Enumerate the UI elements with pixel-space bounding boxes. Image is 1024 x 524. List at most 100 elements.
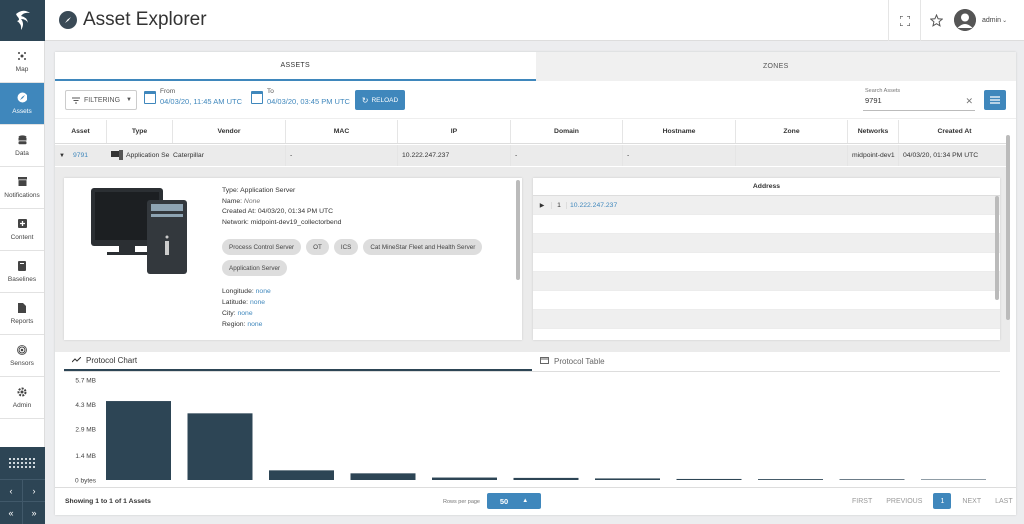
reload-button[interactable]: ↻ RELOAD <box>355 90 405 110</box>
tag-chip[interactable]: Cat MineStar Fleet and Health Server <box>363 239 483 255</box>
chart-bar[interactable] <box>187 413 253 480</box>
sidebar-item-content[interactable]: Content <box>0 209 44 251</box>
address-row[interactable]: ▶ 1 10.222.247.237 <box>533 196 1000 215</box>
address-row-empty <box>533 234 1000 253</box>
filtering-dropdown[interactable]: FILTERING ▼ <box>65 90 137 110</box>
search-input[interactable] <box>865 96 960 105</box>
chart-bar[interactable] <box>595 478 660 480</box>
col-vendor[interactable]: Vendor <box>173 120 286 143</box>
col-type[interactable]: Type <box>107 120 173 143</box>
chart-bar[interactable] <box>269 470 334 480</box>
caret-down-icon: ▼ <box>126 97 132 103</box>
sidebar-item-map[interactable]: Map <box>0 41 44 83</box>
sidebar-item-baselines[interactable]: Baselines <box>0 251 44 293</box>
sidebar-item-assets[interactable]: Assets <box>0 83 44 125</box>
tab-label: Protocol Table <box>554 357 605 366</box>
page-title: Asset Explorer <box>83 9 207 30</box>
calendar-icon <box>144 91 156 104</box>
from-date-picker[interactable]: From 04/03/20, 11:45 AM UTC <box>144 88 242 106</box>
sidebar: Map Assets Data Notifications Content Ba… <box>0 0 45 524</box>
next-page-button[interactable]: NEXT <box>955 498 988 505</box>
column-menu-button[interactable] <box>984 90 1006 110</box>
chevron-right-icon[interactable]: › <box>23 480 45 501</box>
page-scrollbar[interactable] <box>1006 135 1010 320</box>
last-page-button[interactable]: LAST <box>988 498 1020 505</box>
user-menu[interactable]: admin ⌄ <box>954 9 1007 31</box>
asset-id-link[interactable]: 9791 <box>73 152 88 159</box>
tag-chip[interactable]: OT <box>306 239 329 255</box>
chevron-left-icon[interactable]: ‹ <box>0 480 23 501</box>
col-mac[interactable]: MAC <box>286 120 398 143</box>
col-ip[interactable]: IP <box>398 120 511 143</box>
sidebar-item-sensors[interactable]: Sensors <box>0 335 44 377</box>
tab-zones[interactable]: ZONES <box>535 52 1016 81</box>
address-link[interactable]: 10.222.247.237 <box>570 202 617 209</box>
chart-bar[interactable] <box>106 401 171 480</box>
sidebar-item-admin[interactable]: Admin <box>0 377 44 419</box>
database-icon <box>17 134 27 145</box>
sidebar-item-label: Data <box>15 149 29 157</box>
compass-icon <box>17 92 27 103</box>
apps-grid-button[interactable] <box>0 447 45 480</box>
asset-card: ASSETS ZONES FILTERING ▼ From 04/03/20, … <box>55 52 1024 515</box>
address-scrollbar[interactable] <box>995 196 999 300</box>
mac-cell: - <box>286 145 398 166</box>
fullscreen-icon <box>899 15 910 26</box>
filtering-label: FILTERING <box>84 96 121 104</box>
chart-bar[interactable] <box>432 477 497 480</box>
latitude-link[interactable]: none <box>250 299 265 306</box>
application-server-icon <box>91 188 187 274</box>
tag-chip[interactable]: Application Server <box>222 260 288 276</box>
ip-cell: 10.222.247.237 <box>398 145 511 166</box>
chart-bar[interactable] <box>758 479 823 480</box>
previous-page-button[interactable]: PREVIOUS <box>879 498 929 505</box>
table-row[interactable]: ▼ 9791 Application Se Caterpillar - 10.2… <box>55 145 1010 166</box>
double-chevron-left-icon[interactable]: « <box>0 502 23 524</box>
info-scrollbar[interactable] <box>516 180 520 280</box>
close-icon[interactable]: ✕ <box>965 96 973 107</box>
tab-protocol-chart[interactable]: Protocol Chart <box>64 352 532 371</box>
favorite-button[interactable] <box>920 0 952 41</box>
col-hostname[interactable]: Hostname <box>623 120 736 143</box>
to-date-picker[interactable]: To 04/03/20, 03:45 PM UTC <box>251 88 350 106</box>
col-asset[interactable]: Asset <box>55 120 107 143</box>
sidebar-item-data[interactable]: Data <box>0 125 44 167</box>
search-label: Search Assets <box>865 88 901 94</box>
col-networks[interactable]: Networks <box>848 120 899 143</box>
table-header: Asset Type Vendor MAC IP Domain Hostname… <box>55 120 1010 144</box>
chart-bar[interactable] <box>350 473 416 480</box>
tab-protocol-table[interactable]: Protocol Table <box>532 352 1000 371</box>
double-chevron-right-icon[interactable]: » <box>23 502 45 524</box>
chart-bar[interactable] <box>839 479 905 480</box>
tag-chip[interactable]: Process Control Server <box>222 239 302 255</box>
tag-list: Process Control Server OT ICS Cat MineSt… <box>222 239 502 276</box>
col-created-at[interactable]: Created At <box>899 120 1010 143</box>
chart-bar[interactable] <box>921 479 986 480</box>
longitude-link[interactable]: none <box>256 288 271 295</box>
filter-icon <box>72 97 80 103</box>
chart-bar[interactable] <box>676 478 742 480</box>
app-logo[interactable] <box>0 0 45 41</box>
first-page-button[interactable]: FIRST <box>845 498 879 505</box>
showing-count: Showing 1 to 1 of 1 Assets <box>65 498 151 505</box>
rows-per-page-select[interactable]: 50 ▲ <box>487 493 541 509</box>
city-link[interactable]: none <box>237 310 252 317</box>
from-value: 04/03/20, 11:45 AM UTC <box>160 97 242 106</box>
calendar-icon <box>251 91 263 104</box>
inbox-icon <box>17 177 27 187</box>
col-domain[interactable]: Domain <box>511 120 623 143</box>
tag-chip[interactable]: ICS <box>333 239 359 255</box>
sidebar-item-label: Sensors <box>10 359 34 367</box>
address-row-empty <box>533 272 1000 291</box>
sidebar-item-reports[interactable]: Reports <box>0 293 44 335</box>
col-zone[interactable]: Zone <box>736 120 848 143</box>
asset-info-panel: Type: Application Server Name: None Crea… <box>64 178 522 340</box>
sidebar-item-notifications[interactable]: Notifications <box>0 167 44 209</box>
region-link[interactable]: none <box>247 321 262 328</box>
current-page-button[interactable]: 1 <box>933 493 952 509</box>
tab-assets[interactable]: ASSETS <box>55 52 536 81</box>
expand-caret-icon[interactable]: ▶ <box>533 202 551 209</box>
fullscreen-button[interactable] <box>888 0 920 41</box>
expand-caret-icon[interactable]: ▼ <box>59 153 65 159</box>
chart-bar[interactable] <box>513 477 579 480</box>
